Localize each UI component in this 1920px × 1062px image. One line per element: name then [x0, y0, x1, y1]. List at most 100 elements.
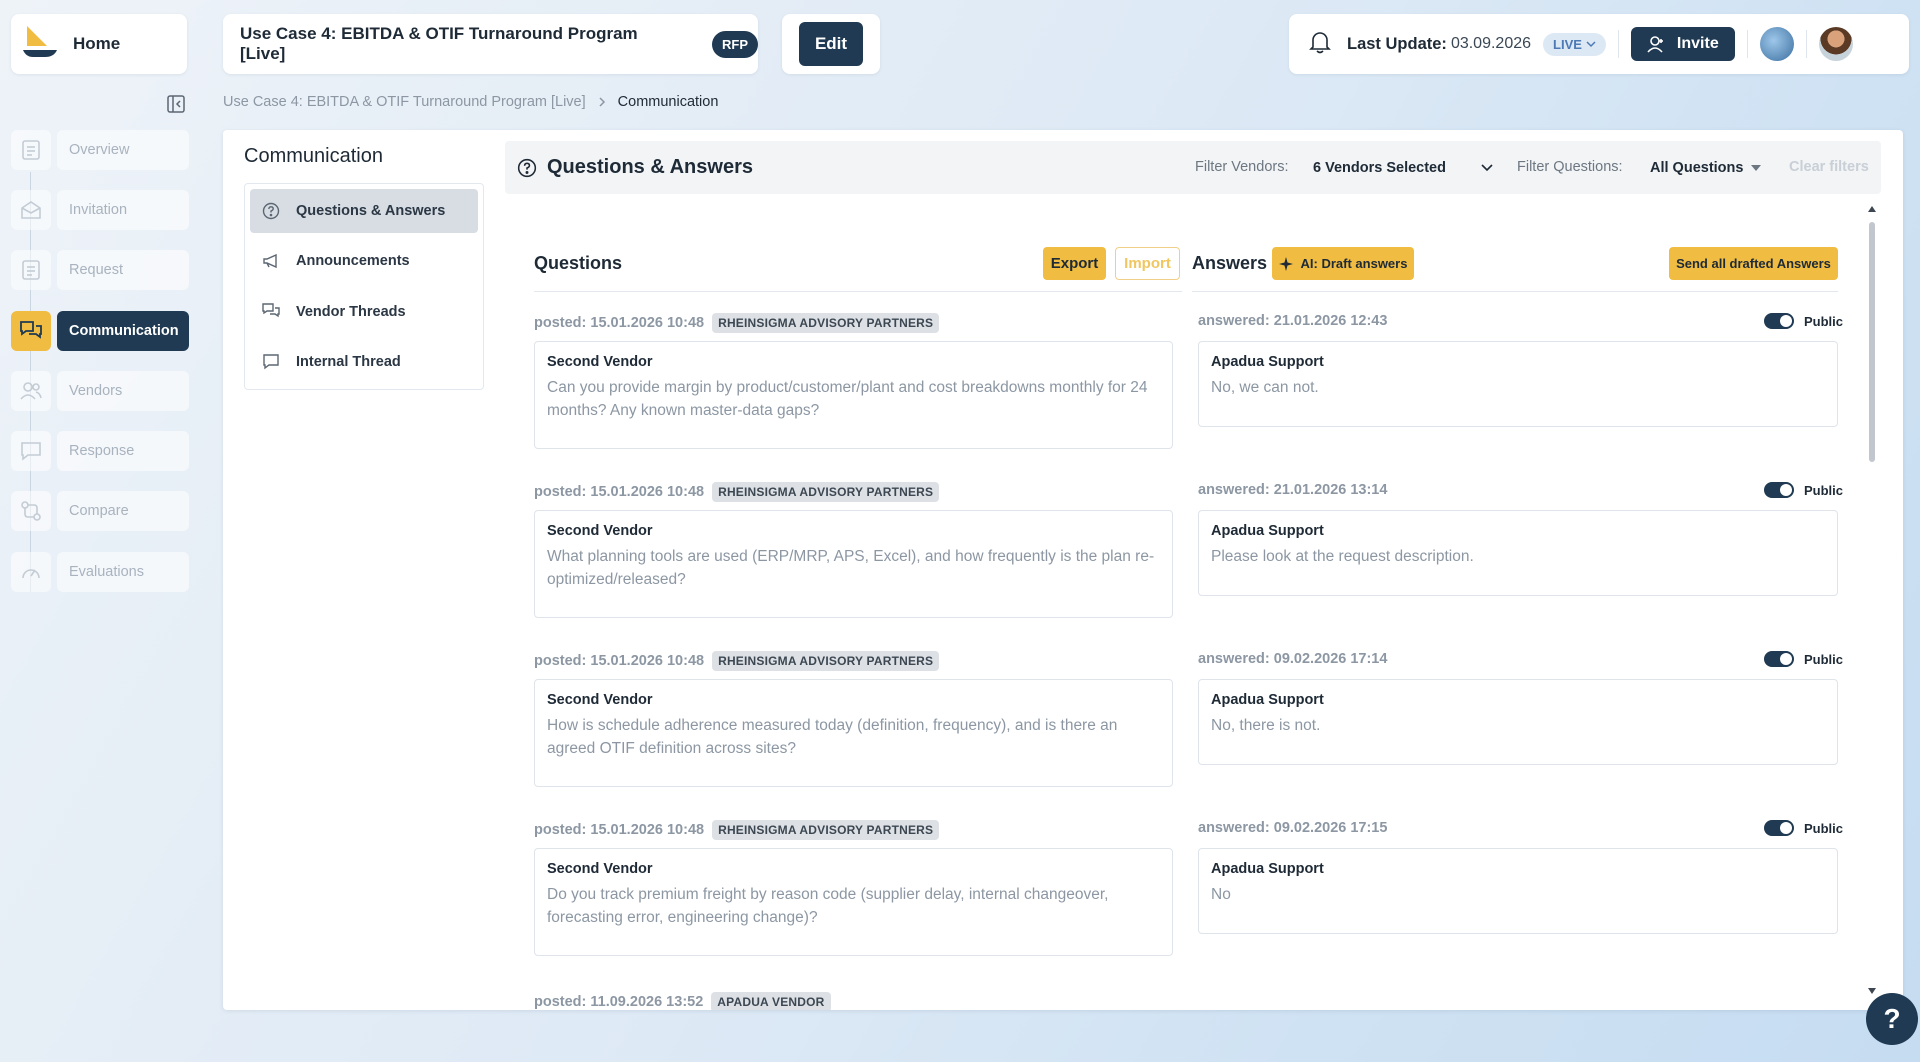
- filter-questions-select[interactable]: All Questions: [1650, 155, 1762, 181]
- last-update-date: 03.09.2026: [1450, 35, 1532, 52]
- edit-button[interactable]: Edit: [799, 22, 863, 66]
- toggle-switch[interactable]: [1764, 820, 1794, 836]
- question-meta: posted: 15.01.2026 10:48 RHEINSIGMA ADVI…: [534, 651, 940, 671]
- breadcrumb: Use Case 4: EBITDA & OTIF Turnaround Pro…: [223, 94, 718, 110]
- answer-box[interactable]: Apadua Support Please look at the reques…: [1198, 510, 1838, 596]
- public-label: Public: [1804, 651, 1844, 667]
- collapse-sidebar-icon[interactable]: [166, 94, 186, 114]
- chevron-down-icon: [1586, 41, 1596, 48]
- answers-heading: Answers: [1192, 253, 1268, 273]
- answer-meta: answered: 21.01.2026 13:14: [1198, 482, 1388, 498]
- sidebar-item-request[interactable]: Request: [11, 249, 189, 291]
- chevron-down-icon: [1481, 164, 1493, 172]
- answer-author: Apadua Support: [1211, 861, 1324, 877]
- home-button[interactable]: Home: [11, 14, 187, 74]
- vendor-tag: RHEINSIGMA ADVISORY PARTNERS: [712, 313, 940, 333]
- invite-button[interactable]: Invite: [1630, 27, 1735, 61]
- sidebar-item-overview[interactable]: Overview: [11, 129, 189, 171]
- public-toggle[interactable]: Public: [1764, 313, 1843, 329]
- sidebar-item-communication[interactable]: Communication: [11, 310, 189, 352]
- answer-box[interactable]: Apadua Support No, there is not.: [1198, 679, 1838, 765]
- question-meta: posted: 15.01.2026 10:48 RHEINSIGMA ADVI…: [534, 313, 940, 333]
- public-toggle[interactable]: Public: [1764, 820, 1843, 836]
- public-label: Public: [1804, 313, 1844, 329]
- edit-card: Edit: [782, 14, 880, 74]
- filter-vendors-select[interactable]: 6 Vendors Selected: [1313, 155, 1493, 181]
- message-icon: [263, 354, 279, 370]
- subnav-item-label: Vendor Threads: [296, 304, 406, 320]
- question-author: Second Vendor: [547, 692, 653, 708]
- breadcrumb-parent[interactable]: Use Case 4: EBITDA & OTIF Turnaround Pro…: [223, 94, 586, 110]
- scrollbar-thumb[interactable]: [1869, 222, 1875, 462]
- export-button[interactable]: Export: [1043, 247, 1106, 280]
- divider: [1192, 291, 1838, 292]
- sidebar-item-compare[interactable]: Compare: [11, 490, 189, 532]
- subnav-item-announcements[interactable]: Announcements: [250, 239, 478, 283]
- public-label: Public: [1804, 820, 1844, 836]
- question-box: Second Vendor What planning tools are us…: [534, 510, 1173, 618]
- vendor-tag: RHEINSIGMA ADVISORY PARTNERS: [712, 820, 940, 840]
- posted-date: posted: 11.09.2026 13:52: [534, 994, 704, 1010]
- answer-meta: answered: 21.01.2026 12:43: [1198, 313, 1388, 329]
- filter-questions-value: All Questions: [1650, 160, 1744, 176]
- toggle-switch[interactable]: [1764, 313, 1794, 329]
- sidebar-item-label: Request: [57, 250, 189, 290]
- sidebar-item-label: Response: [57, 431, 189, 471]
- question-text: Can you provide margin by product/custom…: [547, 379, 1148, 419]
- toggle-switch[interactable]: [1764, 651, 1794, 667]
- sidebar-item-evaluations[interactable]: Evaluations: [11, 551, 189, 593]
- question-author: Second Vendor: [547, 861, 653, 877]
- subnav-item-vendor-threads[interactable]: Vendor Threads: [250, 290, 478, 334]
- answer-box[interactable]: Apadua Support No: [1198, 848, 1838, 934]
- sidebar-item-response[interactable]: Response: [11, 430, 189, 472]
- public-toggle[interactable]: Public: [1764, 482, 1843, 498]
- send-all-drafted-button[interactable]: Send all drafted Answers: [1669, 247, 1838, 280]
- live-label: LIVE: [1553, 36, 1582, 52]
- public-toggle[interactable]: Public: [1764, 651, 1843, 667]
- question-text: Do you track premium freight by reason c…: [547, 886, 1109, 926]
- answer-box[interactable]: Apadua Support No, we can not.: [1198, 341, 1838, 427]
- document-icon: [11, 250, 51, 290]
- threads-icon: [262, 303, 280, 318]
- compare-icon: [11, 491, 51, 531]
- caret-down-icon: [1751, 165, 1762, 171]
- company-avatar[interactable]: [1759, 27, 1794, 61]
- message-icon: [11, 431, 51, 471]
- help-button[interactable]: ?: [1866, 993, 1918, 1045]
- posted-date: posted: 15.01.2026 10:48: [534, 315, 705, 331]
- ai-draft-button[interactable]: AI: Draft answers: [1272, 247, 1414, 280]
- live-dropdown[interactable]: LIVE: [1543, 32, 1606, 56]
- user-avatar[interactable]: [1818, 27, 1853, 61]
- clear-filters-link[interactable]: Clear filters: [1789, 159, 1869, 175]
- answer-author: Apadua Support: [1211, 692, 1324, 708]
- home-label: Home: [73, 34, 121, 53]
- question-circle-icon: [517, 158, 537, 177]
- filter-vendors-label: Filter Vendors:: [1195, 159, 1289, 175]
- sidebar-item-invitation[interactable]: Invitation: [11, 189, 189, 231]
- subnav-item-label: Announcements: [296, 253, 410, 269]
- subnav-item-internal-thread[interactable]: Internal Thread: [250, 340, 478, 384]
- project-title-card: Use Case 4: EBITDA & OTIF Turnaround Pro…: [223, 14, 758, 74]
- question-circle-icon: [262, 202, 280, 220]
- sidebar-item-label: Communication: [57, 311, 189, 351]
- scroll-up-icon[interactable]: [1868, 205, 1876, 213]
- divider: [1617, 30, 1619, 58]
- scroll-down-icon[interactable]: [1868, 987, 1876, 995]
- divider: [1746, 30, 1748, 58]
- logo-icon: [21, 24, 61, 65]
- import-button[interactable]: Import: [1115, 247, 1180, 280]
- toggle-switch[interactable]: [1764, 482, 1794, 498]
- ai-draft-label: AI: Draft answers: [1300, 256, 1408, 271]
- answer-meta: answered: 09.02.2026 17:15: [1198, 820, 1388, 836]
- project-title: Use Case 4: EBITDA & OTIF Turnaround Pro…: [240, 24, 638, 63]
- document-icon: [11, 130, 51, 170]
- last-update-label: Last Update:: [1347, 34, 1447, 53]
- bell-icon[interactable]: [1309, 30, 1331, 59]
- question-text: How is schedule adherence measured today…: [547, 717, 1118, 757]
- question-text: What planning tools are used (ERP/MRP, A…: [547, 548, 1155, 588]
- communication-subnav: Questions & Answers Announcements Vendor…: [244, 183, 484, 390]
- subnav-item-questions-answers[interactable]: Questions & Answers: [250, 189, 478, 233]
- type-badge: RFP: [712, 30, 758, 58]
- sidebar-item-vendors[interactable]: Vendors: [11, 370, 189, 412]
- page-title: Communication: [244, 145, 383, 167]
